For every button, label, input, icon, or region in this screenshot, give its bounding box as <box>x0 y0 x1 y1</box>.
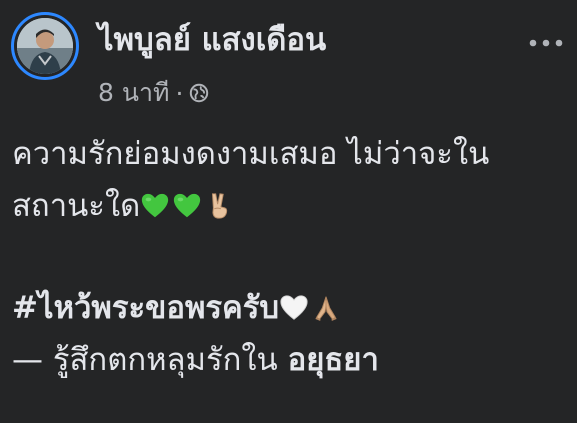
feeling-text: — รู้สึกตกหลุมรักใน <box>12 342 288 378</box>
green-heart-icon <box>174 193 201 218</box>
message-line-2-text: สถานะใด <box>12 188 141 224</box>
message-line-hashtag: #ไหว้พระขอพรครับ <box>12 282 572 334</box>
folded-hands-icon <box>315 296 337 321</box>
message-line-2: สถานะใด <box>12 180 572 232</box>
avatar-photo <box>17 18 73 74</box>
post-message: ความรักย่อมงดงามเสมอ ไม่ว่าจะใน สถานะใด … <box>12 128 572 386</box>
post-meta: 8 นาที · <box>98 76 209 110</box>
post-card: ไพบูลย์ แสงเดือน 8 นาที · ความรักย่อมงดง… <box>0 0 577 423</box>
author-name[interactable]: ไพบูลย์ แสงเดือน <box>98 20 326 60</box>
avatar-story-ring[interactable] <box>11 12 79 80</box>
location-link[interactable]: อยุธยา <box>288 334 379 386</box>
avatar[interactable] <box>17 18 73 74</box>
white-heart-icon <box>280 295 308 320</box>
message-line-1: ความรักย่อมงดงามเสมอ ไม่ว่าจะใน <box>12 136 490 172</box>
meta-separator: · <box>175 78 184 108</box>
green-heart-icon <box>142 193 169 218</box>
more-options-button[interactable] <box>524 28 568 58</box>
globe-icon[interactable] <box>189 83 209 103</box>
hashtag-link[interactable]: #ไหว้พระขอพรครับ <box>12 282 279 334</box>
victory-hand-icon <box>212 193 228 219</box>
more-options-icon <box>529 39 563 47</box>
message-line-feeling: — รู้สึกตกหลุมรักใน อยุธยา <box>12 334 572 386</box>
post-timestamp[interactable]: 8 นาที <box>98 73 169 113</box>
